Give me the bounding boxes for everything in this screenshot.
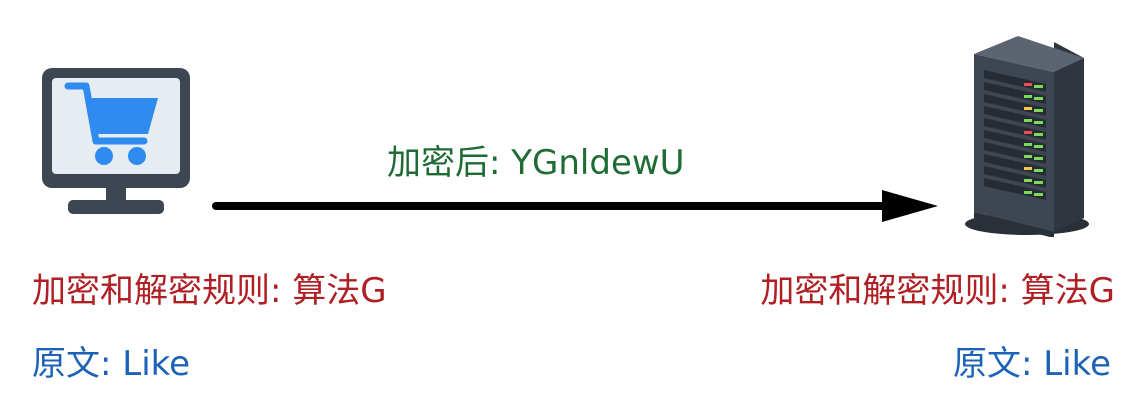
ciphertext-label: 加密后: YGnldewU <box>387 143 685 183</box>
server-plaintext-label: 原文: Like <box>952 344 1111 384</box>
transmission-arrow <box>212 188 942 224</box>
arrow-head-icon <box>882 190 938 222</box>
client-computer-icon <box>40 66 192 218</box>
server-tower-icon <box>965 36 1089 238</box>
server-rule-label: 加密和解密规则: 算法G <box>760 271 1115 311</box>
monitor-cart-icon <box>42 68 190 214</box>
client-plaintext-label: 原文: Like <box>32 344 191 384</box>
client-rule-label: 加密和解密规则: 算法G <box>32 271 387 311</box>
server-icon <box>962 32 1092 238</box>
